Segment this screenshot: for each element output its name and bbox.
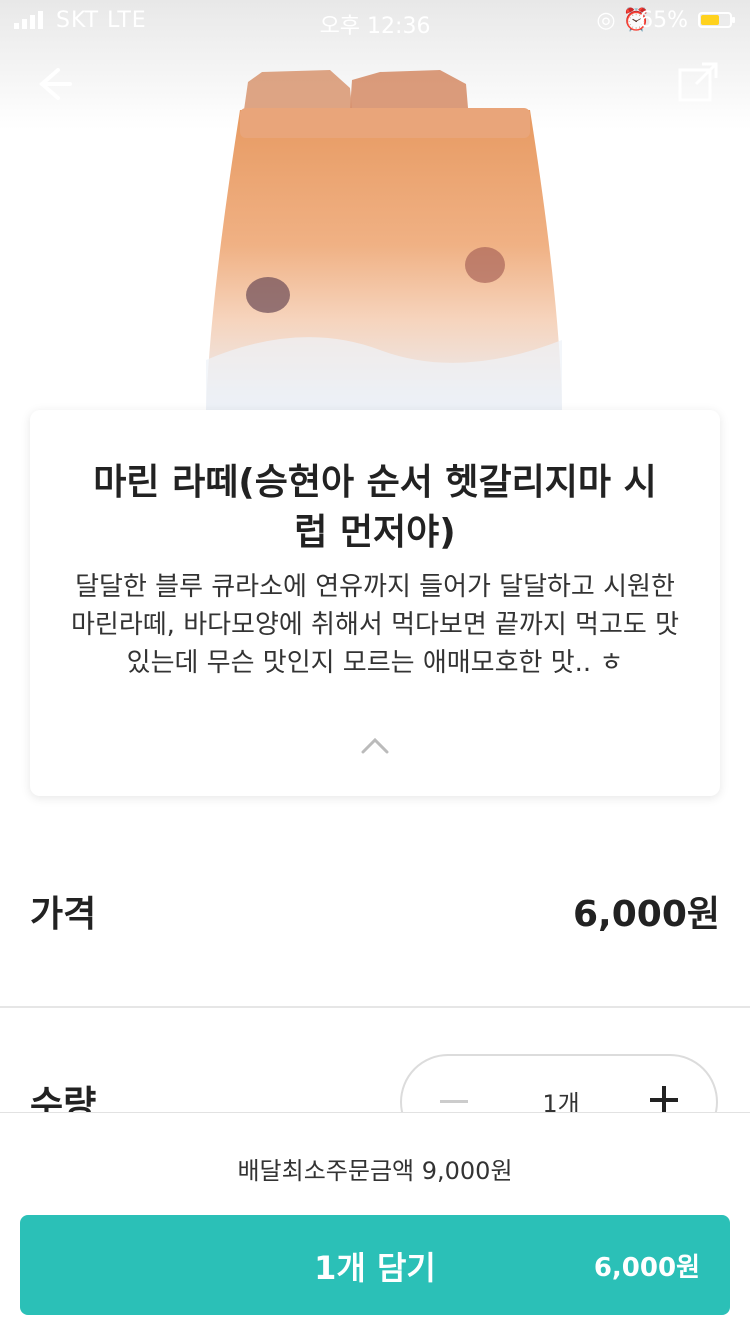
- divider: [0, 1006, 750, 1008]
- price-row: 가격 6,000원: [30, 885, 720, 945]
- price-value: 6,000원: [573, 894, 720, 935]
- back-arrow-icon: [38, 68, 72, 100]
- chevron-up-icon[interactable]: [361, 736, 389, 756]
- min-order-text: 배달최소주문금액 9,000원: [237, 1157, 513, 1185]
- add-to-cart-price: 6,000원: [593, 1253, 700, 1283]
- battery-percent: 65%: [639, 8, 688, 33]
- bottom-bar: 배달최소주문금액 9,000원 1개 담기 6,000원: [0, 1112, 750, 1335]
- product-title: 마린 라떼(승현아 순서 헷갈리지마 시럽 먼저야): [93, 462, 657, 553]
- battery-icon: [698, 12, 735, 28]
- add-to-cart-button[interactable]: 1개 담기 6,000원: [20, 1215, 730, 1315]
- product-image: [0, 0, 750, 410]
- price-label: 가격: [30, 894, 97, 935]
- back-button[interactable]: [28, 60, 76, 108]
- share-button[interactable]: [674, 58, 722, 106]
- status-bar: SKT LTE 오후 12:36 ◎ ⏰ 65%: [0, 0, 750, 40]
- product-info-card: 마린 라떼(승현아 순서 헷갈리지마 시럽 먼저야) 달달한 블루 큐라소에 연…: [30, 410, 720, 796]
- product-description: 달달한 블루 큐라소에 연유까지 들어가 달달하고 시원한 마린라떼, 바다모양…: [70, 572, 679, 678]
- share-icon: [678, 62, 718, 102]
